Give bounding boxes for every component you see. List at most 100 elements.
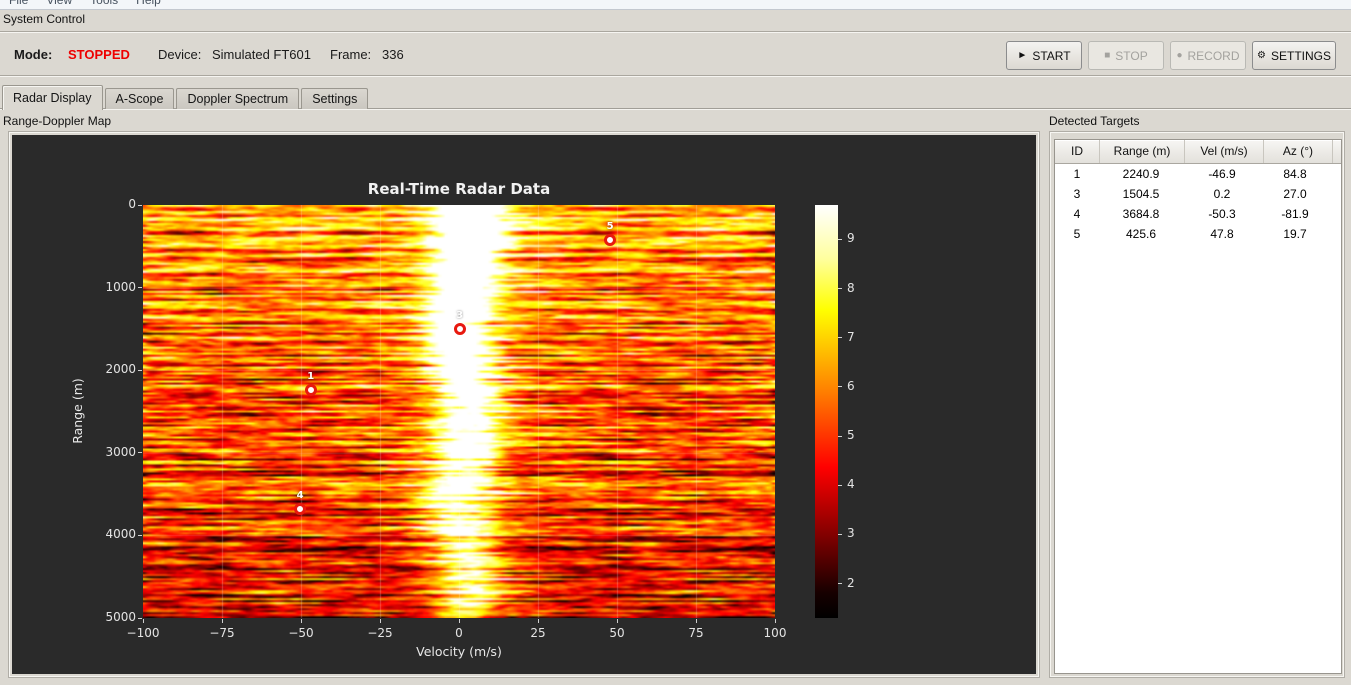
table-row[interactable]: 3 1504.5 0.2 27.0: [1055, 184, 1341, 204]
colorbar-tick-label: 7: [847, 329, 855, 344]
target-marker: [453, 323, 466, 336]
colorbar-tick-mark: [838, 533, 842, 535]
table-cell: 84.8: [1283, 167, 1307, 181]
menu-file[interactable]: File: [0, 0, 37, 7]
table-cell: 1: [1073, 167, 1081, 181]
colorbar-tick-mark: [838, 583, 842, 585]
control-buttons: ► START ■ STOP ● RECORD ⚙ SETTINGS: [1006, 41, 1336, 70]
y-tick-mark: [138, 452, 142, 454]
table-cell: [1329, 184, 1341, 204]
y-tick-label: 5000: [105, 610, 136, 624]
system-control-title: System Control: [3, 12, 86, 26]
targets-table-body: 1 2240.9 -46.9 84.8 3 1504.5 0.2 27.0 4 3684.8 -50…: [1055, 164, 1341, 244]
y-tick-label: 3000: [105, 444, 136, 459]
tab-bar: Radar Display A-Scope Doppler Spectrum S…: [2, 84, 369, 110]
radar-app-window: File View Tools Help System Control Mode: S…: [0, 0, 1351, 685]
mode-label: Mode:: [14, 47, 53, 62]
x-tick-label: 75: [688, 626, 704, 640]
frame-label: Frame:: [330, 47, 372, 62]
target-marker-label: 3: [456, 310, 464, 322]
y-tick-label: 2000: [105, 362, 136, 377]
settings-button-label: SETTINGS: [1270, 48, 1331, 63]
tab-a-scope[interactable]: A-Scope: [104, 88, 175, 109]
record-button[interactable]: ● RECORD: [1170, 41, 1246, 70]
table-cell: -50.3: [1208, 207, 1236, 221]
start-button[interactable]: ► START: [1006, 41, 1082, 70]
x-tick-label: 25: [530, 626, 546, 640]
target-marker-label: 5: [606, 221, 614, 233]
x-tick-mark: [142, 619, 144, 623]
x-tick-label: 50: [609, 626, 625, 640]
table-cell: -46.9: [1208, 167, 1236, 181]
menu-view[interactable]: View: [37, 0, 81, 7]
x-tick-mark: [537, 619, 539, 623]
range-doppler-map-title: Range-Doppler Map: [3, 114, 112, 128]
colorbar-tick-label: 4: [847, 477, 855, 492]
column-header-id[interactable]: ID: [1055, 140, 1100, 163]
table-row[interactable]: 4 3684.8 -50.3 -81.9: [1055, 204, 1341, 224]
menu-help[interactable]: Help: [127, 0, 170, 7]
colorbar-tick-label: 8: [847, 280, 855, 295]
y-tick-label: 1000: [105, 279, 136, 294]
settings-button[interactable]: ⚙ SETTINGS: [1252, 41, 1336, 70]
y-tick-label: 0: [128, 197, 136, 211]
gear-icon: ⚙: [1257, 50, 1266, 61]
table-row[interactable]: 5 425.6 47.8 19.7: [1055, 224, 1341, 244]
colorbar-tick-mark: [838, 386, 842, 388]
target-marker-label: 1: [307, 371, 315, 383]
x-axis-label: Velocity (m/s): [416, 644, 502, 659]
colorbar-tick-label: 3: [847, 526, 855, 541]
column-header-vel[interactable]: Vel (m/s): [1185, 140, 1264, 163]
x-tick-mark: [300, 619, 302, 623]
table-cell: 47.8: [1210, 227, 1234, 241]
record-icon: ●: [1176, 50, 1183, 61]
targets-table: ID Range (m) Vel (m/s) Az (°) 1 2240.9 -46…: [1054, 139, 1342, 674]
tab-radar-display[interactable]: Radar Display: [2, 85, 103, 110]
stop-button[interactable]: ■ STOP: [1088, 41, 1164, 70]
colorbar-tick-mark: [838, 337, 842, 339]
table-cell: 19.7: [1283, 227, 1307, 241]
x-tick-mark: [221, 619, 223, 623]
x-tick-label: −50: [288, 626, 314, 640]
y-tick-mark: [138, 534, 142, 536]
x-tick-label: 100: [763, 626, 787, 640]
x-tick-label: −25: [367, 626, 393, 640]
table-cell: 2240.9: [1122, 167, 1160, 181]
detected-targets-title: Detected Targets: [1049, 114, 1140, 128]
y-tick-mark: [138, 617, 142, 619]
table-cell: 3: [1073, 187, 1081, 201]
mode-value: STOPPED: [68, 47, 130, 62]
y-tick-mark: [138, 287, 142, 289]
range-doppler-heatmap: [143, 205, 775, 618]
table-cell: -81.9: [1281, 207, 1309, 221]
frame-value: 336: [382, 47, 404, 62]
x-tick-mark: [616, 619, 618, 623]
tab-doppler-spectrum[interactable]: Doppler Spectrum: [176, 88, 300, 109]
y-axis-label: Range (m): [70, 378, 85, 444]
colorbar-tick-label: 9: [847, 231, 855, 246]
menu-tools[interactable]: Tools: [81, 0, 127, 7]
x-tick-label: 0: [455, 626, 463, 640]
column-header-range[interactable]: Range (m): [1100, 140, 1185, 163]
column-header-az[interactable]: Az (°): [1264, 140, 1333, 163]
table-cell: 0.2: [1213, 187, 1231, 201]
colorbar-tick-mark: [838, 484, 842, 486]
targets-table-header: ID Range (m) Vel (m/s) Az (°): [1055, 140, 1341, 164]
table-row[interactable]: 1 2240.9 -46.9 84.8: [1055, 164, 1341, 184]
play-icon: ►: [1017, 50, 1028, 61]
colorbar-tick-label: 2: [847, 575, 855, 590]
stop-button-label: STOP: [1115, 48, 1148, 63]
colorbar-tick-mark: [838, 288, 842, 290]
tab-settings[interactable]: Settings: [301, 88, 369, 109]
stop-icon: ■: [1104, 50, 1111, 61]
table-cell: 1504.5: [1122, 187, 1160, 201]
device-label: Device:: [158, 47, 202, 62]
plot-title: Real-Time Radar Data: [367, 180, 551, 198]
device-value: Simulated FT601: [212, 47, 311, 62]
x-tick-mark: [774, 619, 776, 623]
x-tick-mark: [458, 619, 460, 623]
table-cell: 5: [1073, 227, 1081, 241]
colorbar: [815, 205, 838, 618]
column-header-filler: [1333, 140, 1341, 163]
table-cell: [1329, 224, 1341, 244]
